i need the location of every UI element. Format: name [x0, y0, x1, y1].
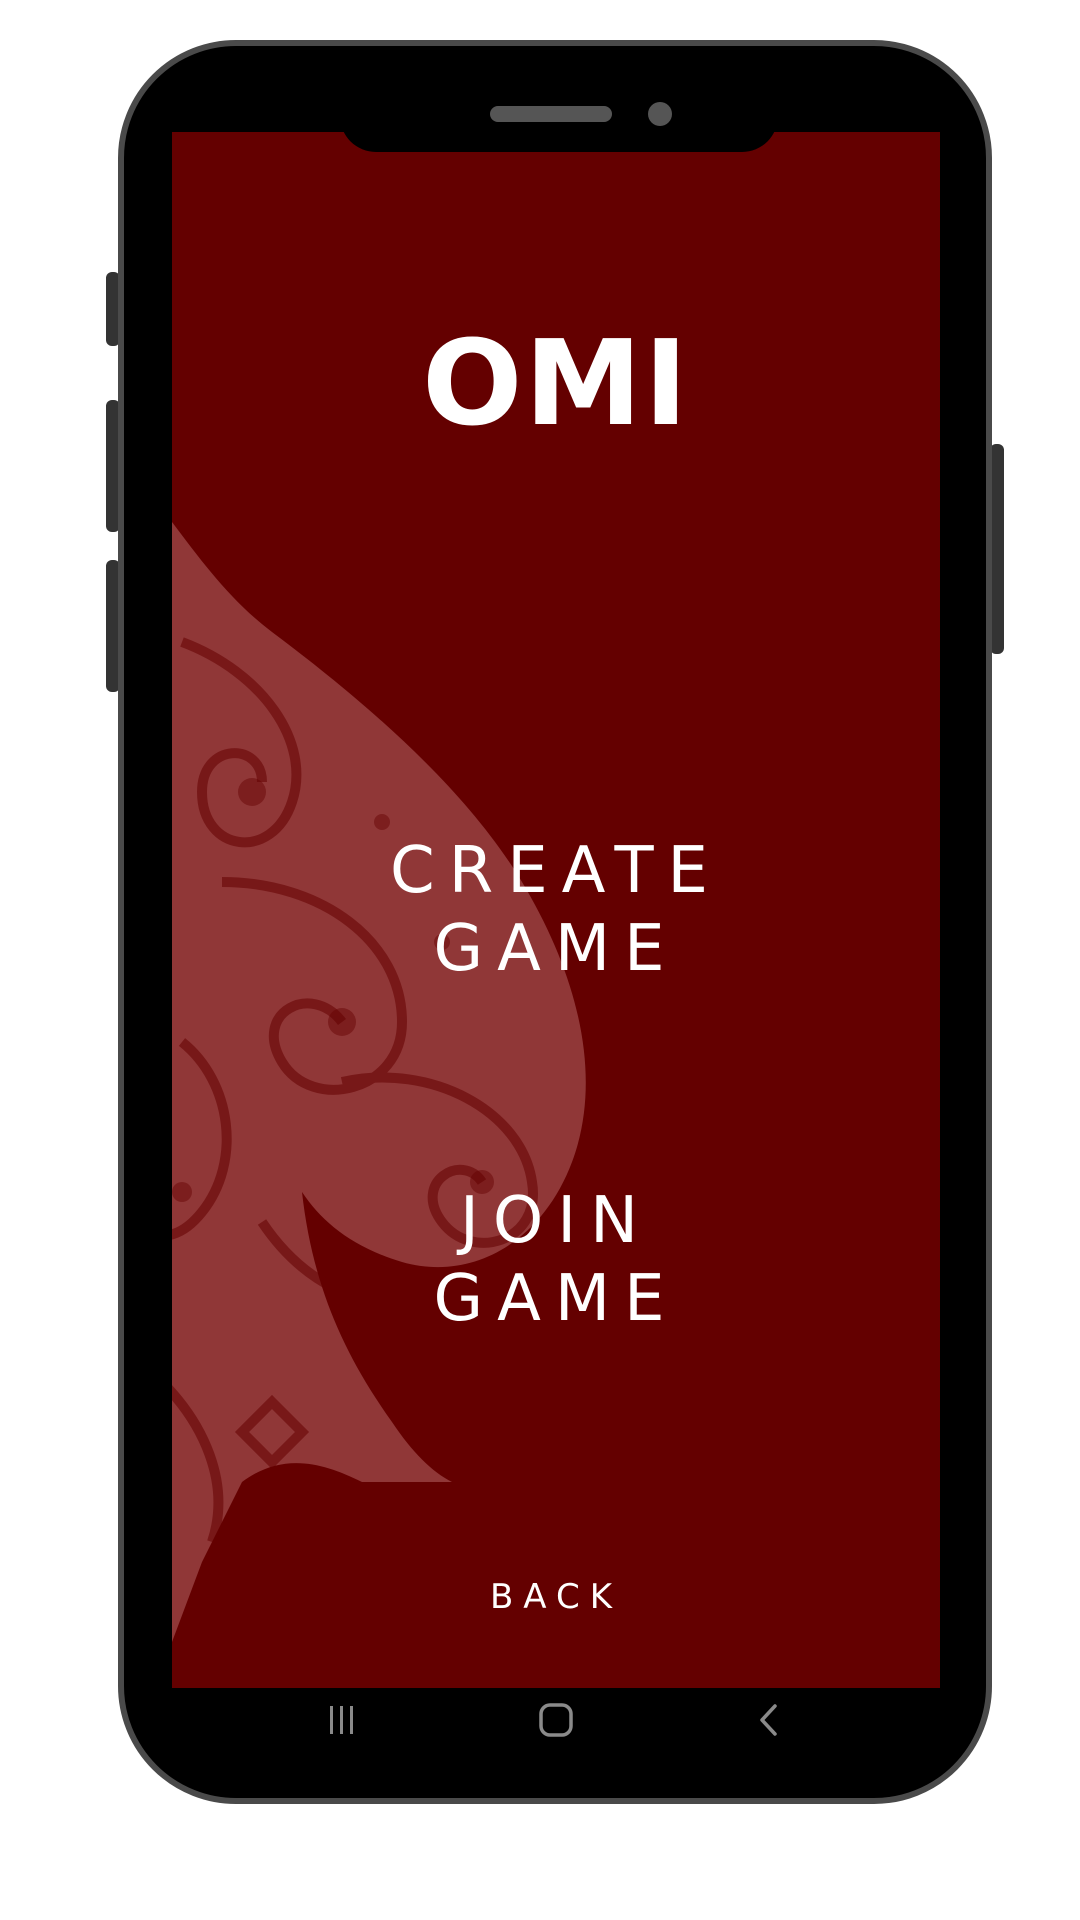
create-game-button[interactable]: CREATE GAME [172, 832, 940, 988]
phone-notch [340, 92, 778, 152]
create-game-label-line1: CREATE [390, 834, 722, 908]
join-game-button[interactable]: JOIN GAME [172, 1182, 940, 1338]
home-icon [539, 1703, 573, 1737]
omi-logo: OMI [422, 314, 690, 452]
join-game-label-line2: GAME [433, 1262, 679, 1336]
join-game-label-line1: JOIN [460, 1184, 652, 1258]
android-navigation-bar [172, 1688, 940, 1752]
back-button[interactable]: BACK [172, 1577, 940, 1617]
recent-apps-button[interactable] [312, 1688, 372, 1752]
game-menu-screen: OMI CREATE GAME JOIN GAME BACK [172, 132, 940, 1688]
spade-ornament-icon [172, 522, 586, 1642]
recent-apps-icon [330, 1706, 353, 1734]
phone-power-button [990, 444, 1004, 654]
system-back-button[interactable] [740, 1688, 800, 1752]
back-arrow-icon [760, 1704, 777, 1736]
front-camera [648, 102, 672, 126]
create-game-label-line2: GAME [433, 912, 679, 986]
phone-screen: OMI CREATE GAME JOIN GAME BACK [172, 92, 940, 1752]
home-button[interactable] [526, 1688, 586, 1752]
earpiece-speaker [490, 106, 612, 122]
mockup-stage: OMI CREATE GAME JOIN GAME BACK [0, 0, 1080, 1920]
